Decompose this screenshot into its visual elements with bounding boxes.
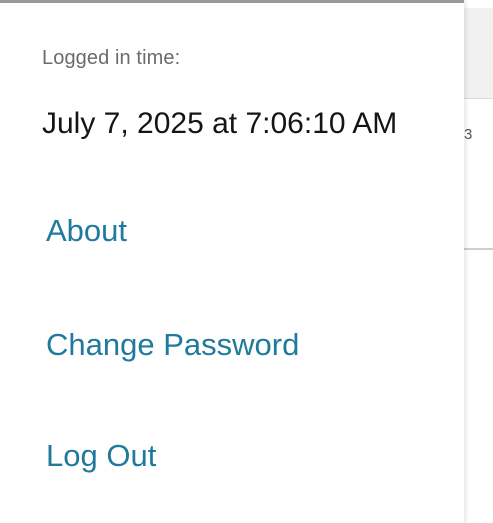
background-header-strip — [462, 8, 493, 99]
change-password-link[interactable]: Change Password — [46, 327, 299, 363]
about-link[interactable]: About — [46, 213, 127, 249]
log-out-link[interactable]: Log Out — [46, 438, 156, 474]
background-partial-text: 3 — [464, 126, 473, 143]
logged-in-time-value: July 7, 2025 at 7:06:10 AM — [42, 107, 398, 140]
logged-in-time-label: Logged in time: — [42, 47, 181, 69]
user-menu-dropdown: Logged in time: July 7, 2025 at 7:06:10 … — [0, 0, 464, 523]
